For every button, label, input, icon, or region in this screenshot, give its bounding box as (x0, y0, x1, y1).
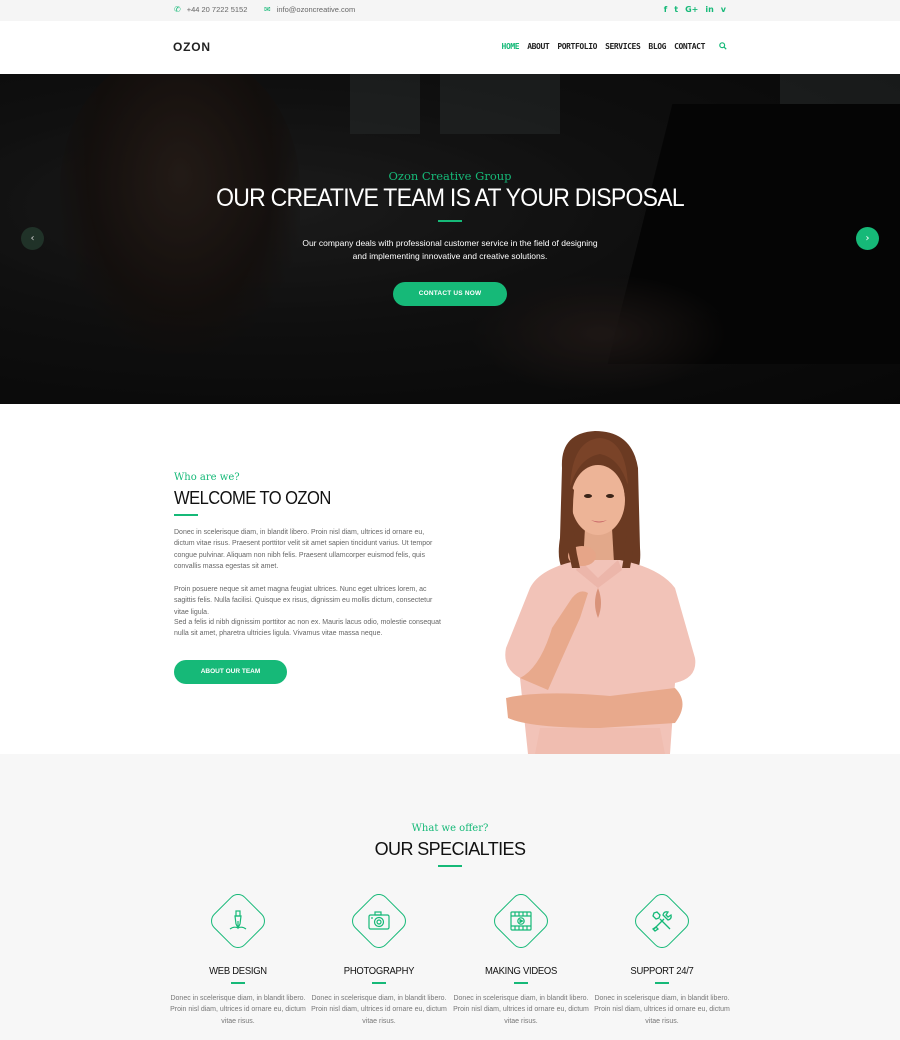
specialty-divider (514, 982, 528, 984)
slider-prev-button[interactable]: ‹ (21, 227, 44, 250)
specialty-text: Donec in scelerisque diam, in blandit li… (453, 995, 589, 1025)
site-header: OZON HOME ABOUT PORTFOLIO SERVICES BLOG … (0, 21, 900, 74)
about-our-team-button[interactable]: ABOUT OUR TEAM (174, 660, 287, 684)
pen-nib-icon (229, 910, 247, 930)
camera-icon (368, 911, 390, 930)
about-divider (174, 514, 198, 516)
hero-subtitle: Ozon Creative Group (388, 169, 512, 183)
specialty-divider (231, 982, 245, 984)
topbar-email[interactable]: ✉ info@ozoncreative.com (264, 5, 355, 14)
envelope-icon: ✉ (264, 5, 271, 14)
nav-home[interactable]: HOME (502, 42, 520, 51)
specialties-section: What we offer? OUR SPECIALTIES WEB DESIG… (0, 754, 900, 1040)
specialty-title: MAKING VIDEOS (484, 965, 558, 977)
nav-contact[interactable]: CONTACT (674, 42, 705, 51)
tools-icon (651, 911, 672, 932)
specialty-text: Donec in scelerisque diam, in blandit li… (170, 995, 306, 1025)
specialty-photography: PHOTOGRAPHY Donec in scelerisque diam, i… (309, 888, 449, 1027)
social-links: f t G+ in v (664, 5, 726, 14)
specialty-text: Donec in scelerisque diam, in blandit li… (311, 995, 447, 1025)
linkedin-icon[interactable]: in (705, 5, 713, 14)
hero-slider: Ozon Creative Group OUR CREATIVE TEAM IS… (0, 74, 900, 404)
specialty-icon-frame (488, 888, 554, 954)
specialties-divider (438, 865, 462, 867)
specialty-title: WEB DESIGN (209, 965, 267, 977)
specialty-text: Donec in scelerisque diam, in blandit li… (594, 995, 730, 1025)
hero-divider (438, 220, 462, 222)
specialty-support: SUPPORT 24/7 Donec in scelerisque diam, … (592, 888, 732, 1027)
specialty-divider (372, 982, 386, 984)
about-title: WELCOME TO OZON (174, 488, 331, 508)
about-paragraph: Sed a felis id nibh dignissim porttitor … (174, 619, 441, 638)
specialty-web-design: WEB DESIGN Donec in scelerisque diam, in… (168, 888, 308, 1027)
hero-text-line: Our company deals with professional cust… (302, 238, 598, 248)
nav-portfolio[interactable]: PORTFOLIO (557, 42, 597, 51)
facebook-icon[interactable]: f (664, 5, 667, 14)
hero-text-line: and implementing innovative and creative… (352, 250, 548, 261)
twitter-icon[interactable]: t (674, 5, 678, 14)
slider-next-button[interactable]: › (856, 227, 879, 250)
contact-us-button[interactable]: CONTACT US NOW (393, 282, 507, 306)
main-nav: HOME ABOUT PORTFOLIO SERVICES BLOG CONTA… (502, 42, 706, 51)
hero-title: OUR CREATIVE TEAM IS AT YOUR DISPOSAL (216, 184, 685, 212)
about-subtitle: Who are we? (174, 472, 240, 483)
specialties-subtitle: What we offer? (411, 823, 489, 834)
hero-text: Our company deals with professional cust… (0, 237, 900, 262)
nav-services[interactable]: SERVICES (605, 42, 641, 51)
topbar-phone[interactable]: ✆ +44 20 7222 5152 (174, 5, 247, 14)
specialty-divider (655, 982, 669, 984)
woman-portrait-image (505, 431, 696, 754)
email-text: info@ozoncreative.com (276, 5, 356, 14)
nav-about[interactable]: ABOUT (527, 42, 549, 51)
search-icon[interactable] (719, 42, 727, 50)
vimeo-icon[interactable]: v (721, 5, 726, 14)
about-paragraph: Proin posuere neque sit amet magna feugi… (174, 586, 433, 616)
about-section: Who are we? WELCOME TO OZON Donec in sce… (0, 404, 900, 754)
specialty-icon-frame (629, 888, 695, 954)
phone-text: +44 20 7222 5152 (186, 5, 248, 14)
specialty-title: PHOTOGRAPHY (343, 965, 415, 977)
film-icon (510, 911, 532, 931)
phone-icon: ✆ (174, 5, 181, 14)
specialty-icon-frame (346, 888, 412, 954)
logo[interactable]: OZON (173, 40, 211, 54)
specialty-icon-frame (205, 888, 271, 954)
google-plus-icon[interactable]: G+ (685, 5, 698, 14)
top-bar: ✆ +44 20 7222 5152 ✉ info@ozoncreative.c… (0, 0, 900, 21)
nav-blog[interactable]: BLOG (648, 42, 666, 51)
specialties-title: OUR SPECIALTIES (374, 839, 526, 859)
about-paragraph: Donec in scelerisque diam, in blandit li… (174, 529, 433, 570)
specialty-title: SUPPORT 24/7 (630, 965, 694, 977)
specialty-making-videos: MAKING VIDEOS Donec in scelerisque diam,… (451, 888, 591, 1027)
